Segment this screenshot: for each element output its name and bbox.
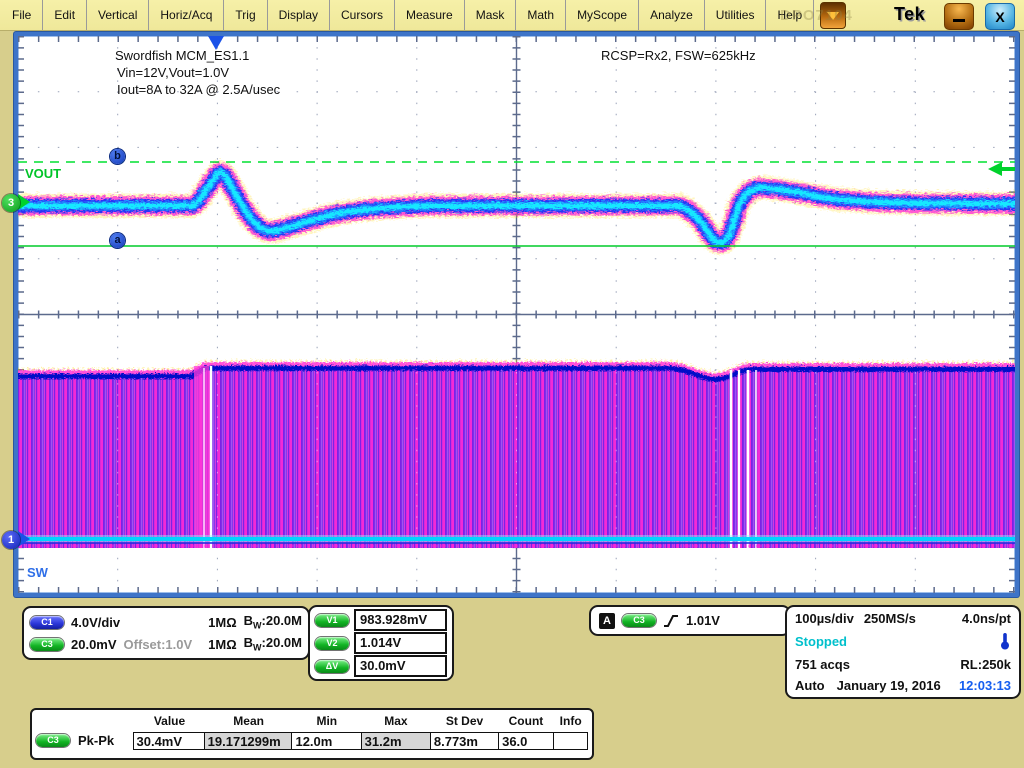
timebase-row: 100µs/div 250MS/s 4.0ns/pt: [795, 611, 1011, 626]
date-row: Auto January 19, 2016 12:03:13: [795, 678, 1011, 693]
dv-value: 30.0mV: [354, 655, 447, 677]
timebase-scale: 100µs/div: [795, 611, 854, 626]
header-min: Min: [292, 714, 361, 728]
meas-info: [553, 732, 588, 750]
menu-math[interactable]: Math: [516, 0, 566, 30]
meas-count: 36.0: [498, 732, 554, 750]
model-watermark: DPO7104: [780, 7, 853, 24]
v2-badge[interactable]: V2: [315, 637, 349, 650]
acq-status-row: Stopped: [795, 632, 1011, 650]
cursor-readout-panel[interactable]: V1 983.928mV V2 1.014V ΔV 30.0mV: [308, 605, 454, 681]
trigger-level-icon[interactable]: [988, 162, 1015, 176]
v1-value: 983.928mV: [354, 609, 447, 631]
annotation-line1: Swordfish MCM_ES1.1: [115, 48, 249, 63]
acq-count-row: 751 acqs RL:250k: [795, 657, 1011, 672]
menu-cursors[interactable]: Cursors: [330, 0, 395, 30]
menu-myscope[interactable]: MyScope: [566, 0, 639, 30]
rising-edge-icon: [663, 613, 679, 629]
channel3-marker[interactable]: 3: [2, 194, 20, 212]
header-value: Value: [134, 714, 205, 728]
cursor-v1-row: V1 983.928mV: [315, 610, 447, 630]
channel1-marker[interactable]: 1: [2, 531, 20, 549]
header-stdev: St Dev: [430, 714, 498, 728]
v1-badge[interactable]: V1: [315, 614, 349, 627]
tek-logo: Tek: [894, 4, 925, 25]
close-button[interactable]: X: [985, 3, 1015, 30]
cursor-a-handle[interactable]: a: [110, 233, 125, 248]
minimize-icon: [953, 19, 965, 22]
measurement-headers: Value Mean Min Max St Dev Count Info: [36, 712, 588, 730]
waveform-display[interactable]: [14, 32, 1019, 597]
cursor-b-handle[interactable]: b: [110, 149, 125, 164]
menu-horiz-acq[interactable]: Horiz/Acq: [149, 0, 224, 30]
measurement-row[interactable]: C3 Pk-Pk 30.4mV 19.171299m 12.0m 31.2m 8…: [36, 730, 588, 751]
meas-min: 12.0m: [291, 732, 362, 750]
annotation-line3: Iout=8A to 32A @ 2.5A/usec: [117, 82, 280, 97]
ch3-bandwidth: BW:20.0M: [244, 635, 302, 653]
cursor-v2-row: V2 1.014V: [315, 633, 447, 653]
menu-utilities[interactable]: Utilities: [705, 0, 767, 30]
record-length: RL:250k: [960, 657, 1011, 672]
header-info: Info: [553, 714, 588, 728]
ch3-impedance: 1MΩ: [208, 637, 236, 652]
menu-measure[interactable]: Measure: [395, 0, 465, 30]
ch1-badge[interactable]: C1: [30, 616, 64, 629]
trigger-mode-badge: A: [599, 613, 615, 629]
dv-badge[interactable]: ΔV: [315, 660, 349, 673]
trigger-panel[interactable]: A C3 1.01V: [589, 605, 791, 636]
meas-stdev: 8.773m: [430, 732, 500, 750]
trigger-level-value: 1.01V: [686, 613, 720, 628]
meas-ch3-badge[interactable]: C3: [36, 734, 70, 747]
header-mean: Mean: [205, 714, 292, 728]
menu-file[interactable]: File: [0, 0, 43, 30]
ch3-offset: Offset:1.0V: [124, 637, 193, 652]
meas-value: 30.4mV: [133, 732, 206, 750]
v2-value: 1.014V: [354, 632, 447, 654]
menu-bar: File Edit Vertical Horiz/Acq Trig Displa…: [0, 0, 1024, 31]
menu-display[interactable]: Display: [268, 0, 330, 30]
minimize-button[interactable]: [944, 3, 974, 30]
meas-name: Pk-Pk: [78, 733, 114, 748]
sw-label: SW: [27, 565, 48, 580]
vout-label: VOUT: [25, 166, 61, 181]
menu-vertical[interactable]: Vertical: [87, 0, 149, 30]
timebase-panel[interactable]: 100µs/div 250MS/s 4.0ns/pt Stopped 751 a…: [785, 605, 1021, 699]
ch1-bandwidth: BW:20.0M: [244, 613, 302, 631]
header-max: Max: [361, 714, 430, 728]
trigger-source-badge[interactable]: C3: [622, 614, 656, 627]
acq-count: 751 acqs: [795, 657, 850, 672]
meas-max: 31.2m: [361, 732, 432, 750]
sw-trace: [18, 362, 1015, 548]
menu-edit[interactable]: Edit: [43, 0, 87, 30]
channel3-settings-row[interactable]: C3 20.0mV Offset:1.0V 1MΩ BW:20.0M: [30, 635, 302, 653]
cursor-dv-row: ΔV 30.0mV: [315, 656, 447, 676]
acquisition-status: Stopped: [795, 634, 847, 649]
ch1-scale: 4.0V/div: [71, 615, 120, 630]
measurement-panel[interactable]: Value Mean Min Max St Dev Count Info C3 …: [30, 708, 594, 760]
sample-resolution: 4.0ns/pt: [962, 611, 1011, 626]
ch1-impedance: 1MΩ: [208, 615, 236, 630]
thermometer-icon: [999, 632, 1011, 650]
meas-mean: 19.171299m: [204, 732, 293, 750]
menu-mask[interactable]: Mask: [465, 0, 517, 30]
header-count: Count: [499, 714, 554, 728]
date-text: January 19, 2016: [837, 678, 941, 693]
ch3-badge[interactable]: C3: [30, 638, 64, 651]
trigger-auto-mode: Auto: [795, 678, 825, 693]
annotation-line2: Vin=12V,Vout=1.0V: [117, 65, 229, 80]
menu-analyze[interactable]: Analyze: [639, 0, 705, 30]
waveform-canvas[interactable]: [18, 36, 1015, 593]
sample-rate: 250MS/s: [864, 611, 916, 626]
menu-trig[interactable]: Trig: [224, 0, 267, 30]
channel-settings-panel[interactable]: C1 4.0V/div 1MΩ BW:20.0M C3 20.0mV Offse…: [22, 606, 310, 660]
ch3-scale: 20.0mV: [71, 637, 117, 652]
channel1-settings-row[interactable]: C1 4.0V/div 1MΩ BW:20.0M: [30, 613, 302, 631]
annotation-right: RCSP=Rx2, FSW=625kHz: [601, 48, 756, 63]
time-text: 12:03:13: [959, 678, 1011, 693]
